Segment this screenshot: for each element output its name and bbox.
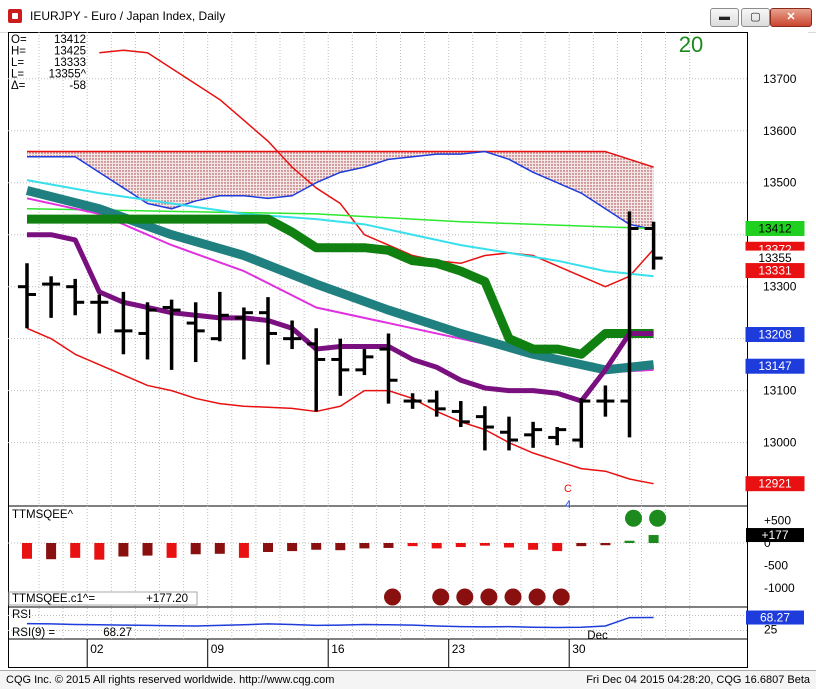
price-chart[interactable]: 1300013100133001350013600137001341213372… [8, 32, 808, 668]
squeeze-histogram-bar [407, 543, 418, 547]
indicator-name: TTMSQEE^ [12, 509, 74, 521]
indicator-axis-label: +500 [764, 514, 791, 528]
x-tick-label: 16 [331, 642, 345, 656]
squeeze-histogram-bar [504, 543, 514, 548]
squeeze-histogram-bar [118, 543, 129, 557]
squeeze-dot-red [480, 588, 498, 606]
indicator-value-badge-label: +177 [761, 528, 788, 542]
y-tick-label: 13500 [763, 176, 797, 190]
squeeze-dot-red [504, 588, 522, 606]
ohlc-value: -58 [69, 80, 86, 92]
indicator-readout-value: +177.20 [146, 593, 188, 605]
squeeze-histogram-bar [214, 543, 225, 554]
price-badge-label: 13147 [758, 359, 792, 373]
chart-area[interactable]: 13000 13100 13300 13500 13600 13700 13412 13372… [8, 32, 808, 668]
indicator-axis-label: -500 [764, 559, 788, 573]
squeeze-dot-red [528, 588, 546, 606]
app-icon [8, 9, 22, 23]
price-badge-label: 13208 [758, 328, 792, 342]
timestamp-text: Fri Dec 04 2015 04:28:20, CQG 16.6807 Be… [586, 674, 810, 686]
squeeze-histogram-bar [287, 543, 298, 552]
price-badge-label: 13412 [758, 221, 792, 235]
ohlc-value: 13425 [54, 46, 86, 58]
squeeze-histogram-bar [648, 535, 659, 543]
squeeze-histogram-bar [552, 543, 563, 552]
squeeze-histogram-bar [479, 543, 490, 546]
ohlc-key: L= [11, 69, 24, 81]
squeeze-histogram-bar [576, 543, 587, 547]
squeeze-histogram-bar [528, 543, 539, 550]
price-marker-label: C [564, 483, 572, 495]
ohlc-key: O= [11, 34, 27, 46]
x-tick-label: 30 [572, 642, 586, 656]
bar-count-label: 20 [679, 32, 703, 57]
rsi-readout-label: RSI(9) = [12, 627, 55, 639]
status-footer: CQG Inc. © 2015 All rights reserved worl… [0, 670, 816, 689]
ohlc-value: 13355^ [49, 69, 87, 81]
y-tick-label: 13700 [763, 72, 797, 86]
squeeze-histogram-bar [22, 543, 32, 559]
x-tick-label: 09 [211, 642, 225, 656]
indicator-axis-label: -1000 [764, 581, 795, 595]
squeeze-histogram-bar [383, 543, 394, 548]
x-tick-label: Dec [587, 630, 608, 642]
price-badge-label: 12921 [758, 477, 792, 491]
squeeze-dot-red [432, 588, 450, 606]
squeeze-histogram-bar [142, 543, 153, 556]
squeeze-dot-red [552, 588, 570, 606]
squeeze-histogram-bar [190, 543, 201, 555]
squeeze-dot-red [384, 588, 401, 606]
ohlc-key: Δ= [11, 80, 26, 92]
y-tick-label: 13100 [763, 384, 797, 398]
squeeze-histogram-bar [431, 543, 442, 549]
window-titlebar: IEURJPY - Euro / Japan Index, Daily ▬ ▢ … [0, 0, 816, 33]
y-tick-label: 13300 [763, 280, 797, 294]
price-badge-label: 13331 [758, 264, 792, 278]
squeeze-dot-red [456, 588, 474, 606]
indicator-readout-label: TTMSQEE.c1^= [12, 593, 95, 605]
squeeze-histogram-bar [624, 540, 635, 543]
squeeze-histogram-bar [311, 543, 322, 550]
x-tick-label: 02 [90, 642, 104, 656]
window-title: IEURJPY - Euro / Japan Index, Daily [30, 9, 226, 23]
copyright-text: CQG Inc. © 2015 All rights reserved worl… [6, 674, 335, 686]
ohlc-key: H= [11, 46, 26, 58]
squeeze-histogram-bar [335, 543, 346, 551]
x-tick-label: 23 [452, 642, 466, 656]
squeeze-histogram-bar [600, 543, 611, 546]
count-marker-label: 4 [565, 499, 571, 511]
squeeze-dot-green [625, 509, 642, 527]
chart-background [8, 32, 808, 668]
squeeze-dot-green [649, 509, 667, 527]
ohlc-key: L= [11, 57, 24, 69]
y-tick-label: 13600 [763, 124, 797, 138]
maximize-button[interactable]: ▢ [741, 8, 770, 27]
rsi-axis-label: 25 [764, 623, 778, 637]
squeeze-histogram-bar [455, 543, 466, 548]
minimize-button[interactable]: ▬ [710, 8, 739, 27]
close-button[interactable]: ✕ [770, 8, 812, 27]
squeeze-histogram-bar [263, 543, 273, 552]
squeeze-histogram-bar [94, 543, 105, 560]
squeeze-histogram-bar [166, 543, 177, 558]
squeeze-histogram-bar [359, 543, 370, 549]
squeeze-histogram-bar [46, 543, 57, 560]
ohlc-value: 13412 [54, 34, 86, 46]
ohlc-value: 13333 [54, 57, 86, 69]
squeeze-histogram-bar [238, 543, 249, 558]
squeeze-histogram-bar [70, 543, 81, 558]
rsi-readout-value: 68.27 [103, 627, 132, 639]
y-tick-label: 13000 [763, 436, 797, 450]
